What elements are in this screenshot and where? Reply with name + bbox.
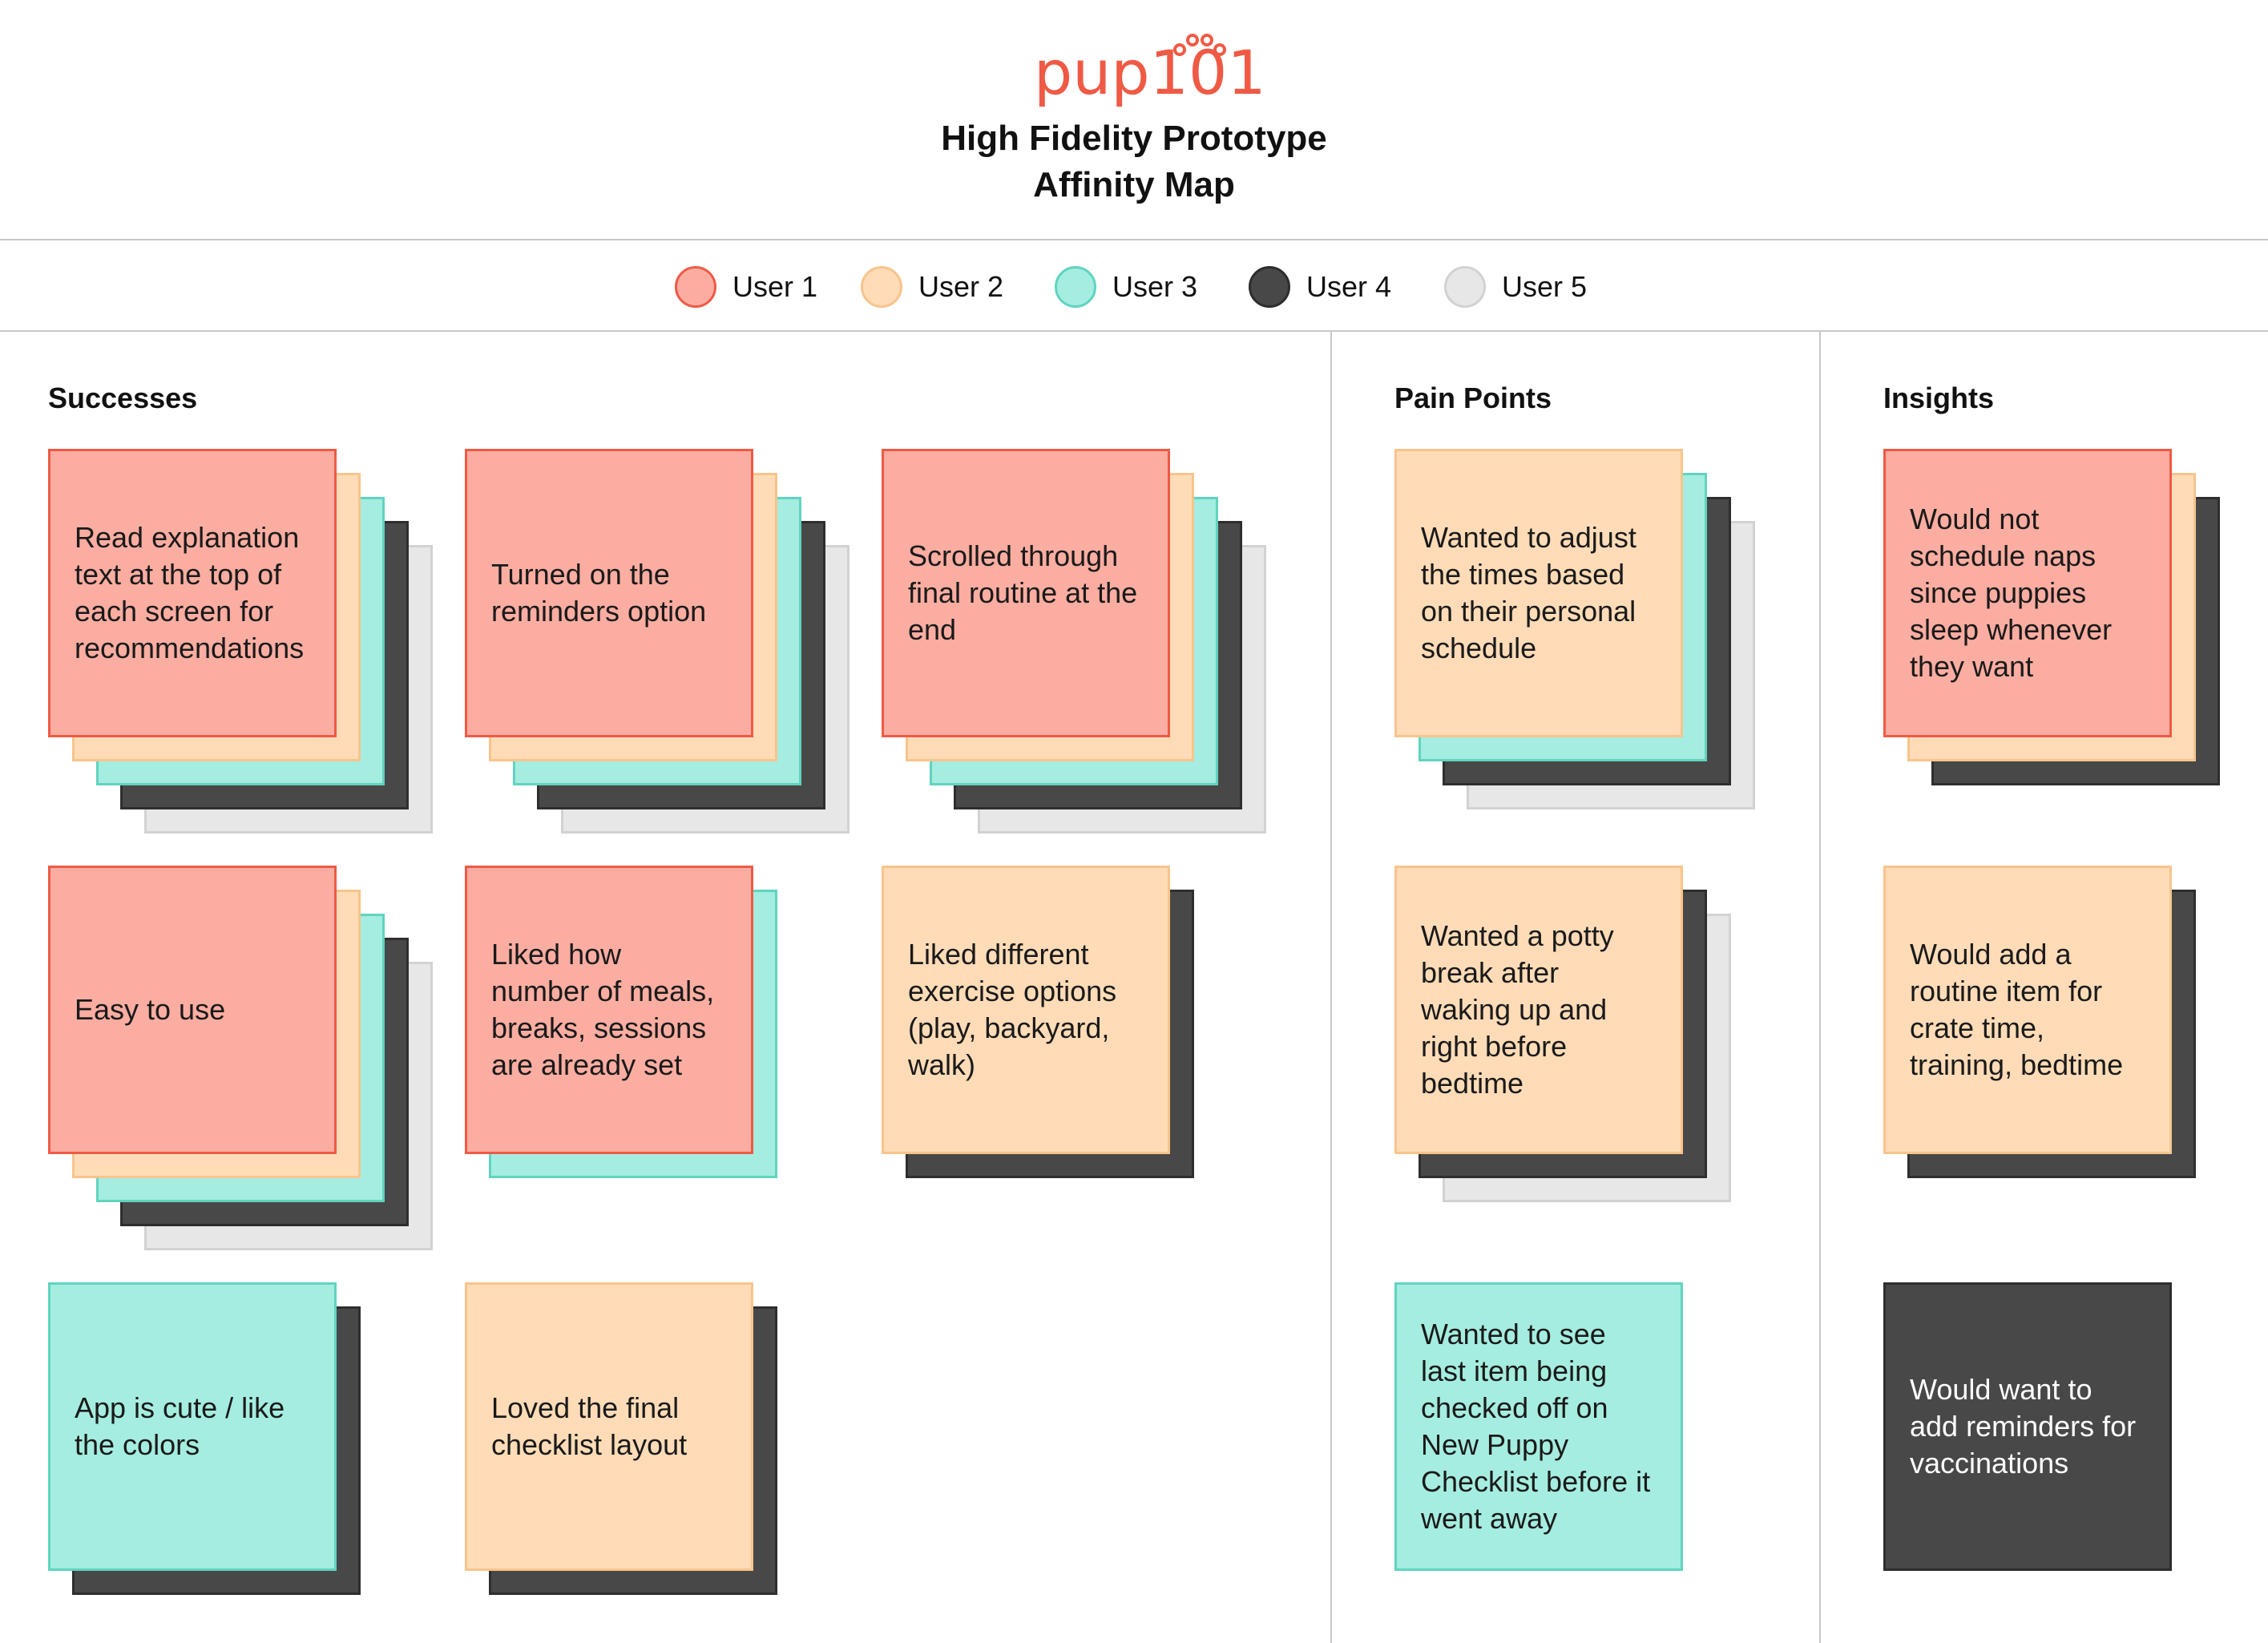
sticky-note: Read explanation text at the top of each… — [48, 449, 337, 737]
page-subtitle: Affinity Map — [1033, 165, 1235, 204]
sticky-note: Liked how number of meals, breaks, sessi… — [465, 866, 753, 1154]
user-5-color-swatch — [1444, 266, 1486, 308]
sticky-note: Would add a routine item for crate time,… — [1883, 866, 2172, 1154]
sticky-note: Wanted to adjust the times based on thei… — [1394, 449, 1683, 737]
user-legend: User 1 User 2 User 3 User 4 User 5 — [0, 240, 2268, 332]
sticky-note: Wanted to see last item being checked of… — [1394, 1282, 1683, 1571]
sticky-note: Loved the final checklist layout — [465, 1282, 753, 1571]
sticky-note: Turned on the reminders option — [465, 449, 753, 737]
legend-item-user-4: User 4 — [1249, 264, 1391, 309]
user-3-color-swatch — [1055, 266, 1096, 308]
header: pup101 High Fidelity Prototype Affinity … — [0, 0, 2268, 240]
column-divider — [1330, 332, 1332, 1643]
successes-heading: Successes — [48, 381, 198, 414]
sticky-note: Would not schedule naps since puppies sl… — [1883, 449, 2172, 737]
legend-item-user-1: User 1 — [675, 264, 817, 309]
sticky-note: Easy to use — [48, 866, 337, 1154]
pup101-logo: pup101 — [1034, 30, 1266, 111]
legend-item-user-3: User 3 — [1055, 264, 1197, 309]
logo-wordmark: pup101 — [1034, 37, 1266, 108]
column-divider — [1819, 332, 1821, 1643]
legend-item-user-2: User 2 — [861, 264, 1003, 309]
sticky-note: Would want to add reminders for vaccinat… — [1883, 1282, 2172, 1571]
page-title: High Fidelity Prototype — [941, 119, 1327, 158]
user-4-color-swatch — [1249, 266, 1290, 308]
sticky-note: Liked different exercise options (play, … — [882, 866, 1170, 1154]
paw-print-icon — [1173, 34, 1226, 56]
sticky-note: Scrolled through final routine at the en… — [882, 449, 1170, 737]
sticky-note: Wanted a potty break after waking up and… — [1394, 866, 1683, 1154]
user-1-color-swatch — [675, 266, 716, 308]
insights-heading: Insights — [1883, 381, 1995, 414]
legend-item-user-5: User 5 — [1444, 264, 1587, 309]
pain-points-heading: Pain Points — [1394, 381, 1552, 414]
sticky-note: App is cute / like the colors — [48, 1282, 337, 1571]
user-2-color-swatch — [861, 266, 902, 308]
